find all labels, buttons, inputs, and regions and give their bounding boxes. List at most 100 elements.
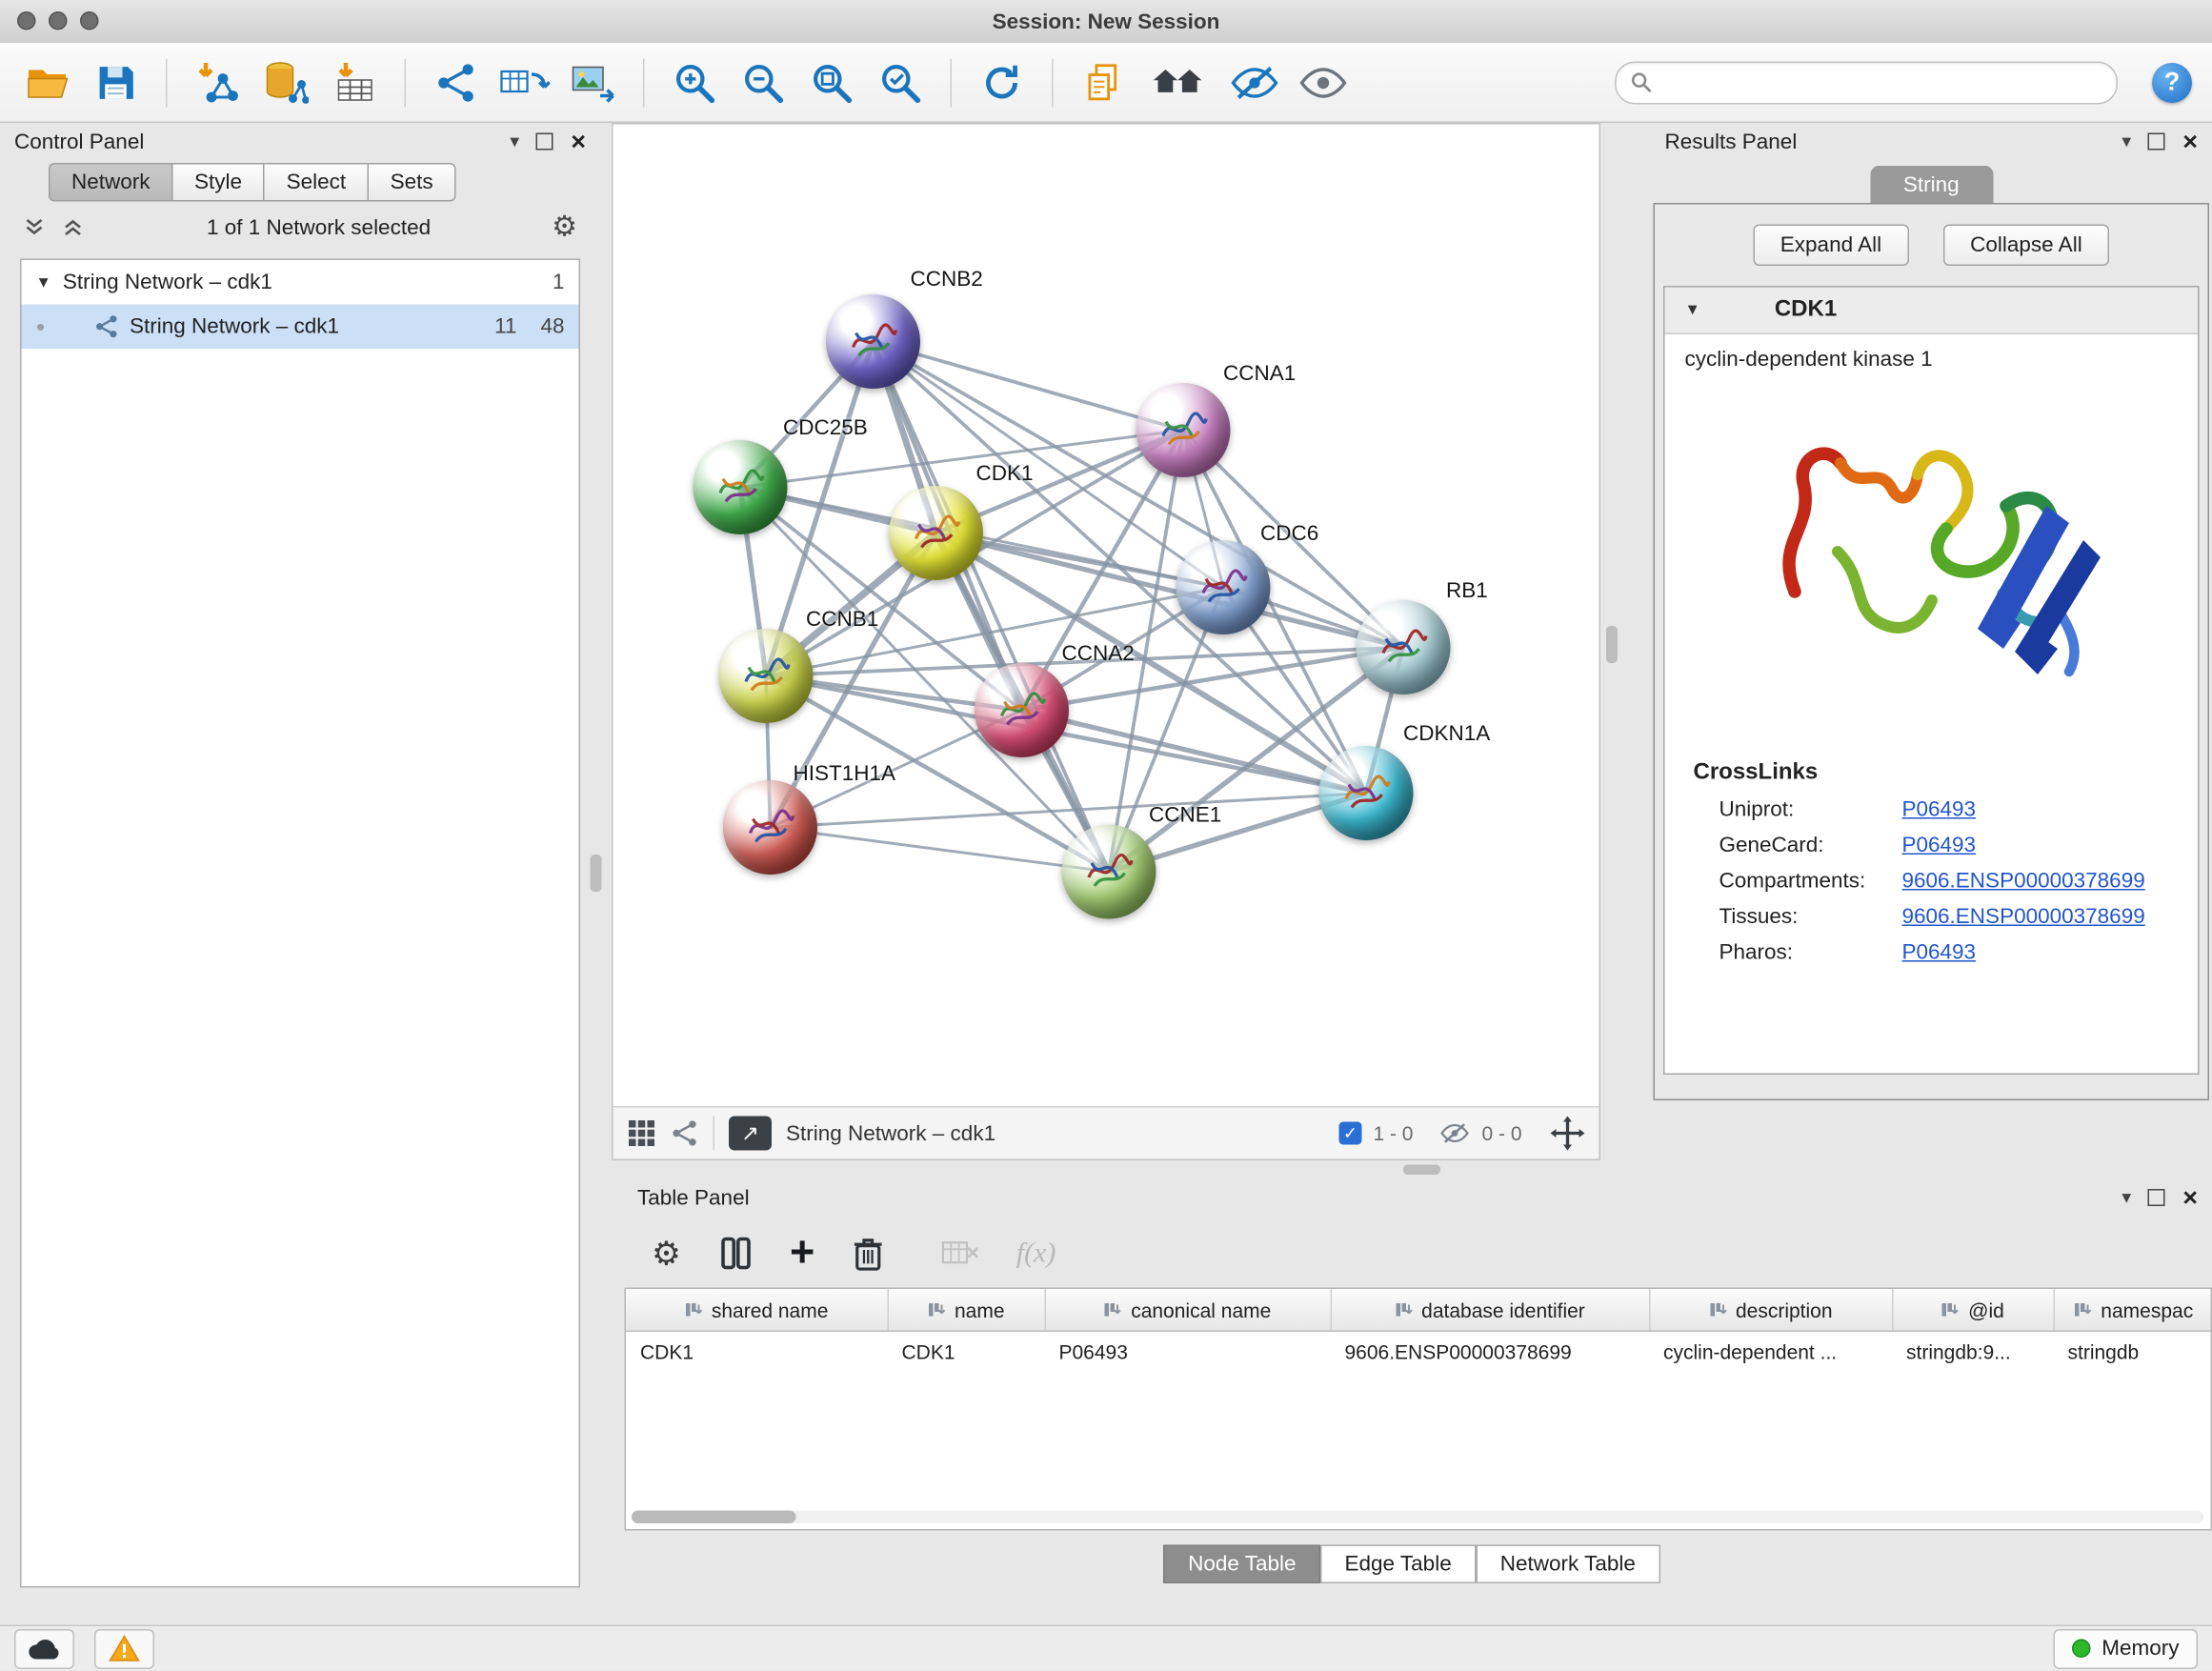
column-header-database-identifier[interactable]: database identifier: [1331, 1289, 1650, 1331]
network-edge[interactable]: [771, 828, 1110, 873]
splitter-handle-bottom[interactable]: [1403, 1165, 1440, 1176]
import-network-file-button[interactable]: [191, 53, 245, 111]
panel-menu-icon[interactable]: ▾: [2122, 131, 2131, 153]
network-from-table-button[interactable]: [497, 53, 552, 111]
column-header-shared-name[interactable]: shared name: [626, 1289, 888, 1331]
detach-view-button[interactable]: ↗: [729, 1117, 772, 1151]
float-panel-icon[interactable]: [2148, 133, 2165, 151]
cell-shared-name[interactable]: CDK1: [626, 1331, 888, 1370]
hide-selected-button[interactable]: [1228, 53, 1282, 111]
new-network-button[interactable]: [429, 53, 483, 111]
close-panel-icon[interactable]: ×: [571, 129, 586, 154]
crosslink-link-pharos[interactable]: P06493: [1902, 940, 1977, 965]
help-button[interactable]: ?: [2152, 62, 2192, 102]
grid-view-icon[interactable]: [628, 1119, 656, 1148]
column-header-description[interactable]: description: [1649, 1289, 1892, 1331]
network-node-cdc25b[interactable]: [694, 440, 788, 534]
zoom-out-button[interactable]: [736, 53, 791, 111]
home-view-button[interactable]: [1145, 53, 1214, 111]
selected-checkbox-icon[interactable]: ✓: [1338, 1122, 1361, 1145]
network-options-gear-icon[interactable]: ⚙: [552, 213, 577, 242]
network-edge[interactable]: [874, 342, 1110, 873]
scrollbar-thumb[interactable]: [632, 1511, 796, 1524]
network-node-ccna1[interactable]: [1136, 383, 1231, 477]
horizontal-scrollbar[interactable]: [632, 1511, 2203, 1524]
close-panel-icon[interactable]: ×: [2182, 129, 2198, 154]
delete-column-trash-icon[interactable]: [852, 1236, 885, 1272]
copy-document-button[interactable]: [1076, 53, 1131, 111]
zoom-selected-button[interactable]: [874, 53, 928, 111]
splitter-handle-left[interactable]: [591, 855, 602, 892]
expand-all-icon[interactable]: [62, 216, 87, 239]
splitter-handle-right[interactable]: [1606, 626, 1618, 663]
tab-node-table[interactable]: Node Table: [1164, 1545, 1320, 1584]
create-column-icon[interactable]: +: [790, 1239, 814, 1268]
column-header-namespace[interactable]: namespac: [2054, 1289, 2212, 1331]
birdseye-view-icon[interactable]: [671, 1119, 699, 1148]
crosslink-link-tissues[interactable]: 9606.ENSP00000378699: [1902, 905, 2145, 930]
warnings-button[interactable]: [94, 1628, 154, 1668]
section-collapse-triangle-icon[interactable]: ▼: [1685, 302, 1700, 319]
panel-menu-icon[interactable]: ▾: [2122, 1186, 2131, 1209]
network-node-cdc6[interactable]: [1176, 540, 1271, 634]
column-header-canonical-name[interactable]: canonical name: [1045, 1289, 1331, 1331]
apply-layout-button[interactable]: [975, 53, 1029, 111]
network-canvas[interactable]: CCNB2CCNA1CDC25BCDK1CDC6RB1CCNB1CCNA2CDK…: [613, 125, 1599, 1107]
collapse-all-icon[interactable]: [23, 216, 48, 239]
column-header-id[interactable]: @id: [1892, 1289, 2054, 1331]
tab-sets[interactable]: Sets: [368, 163, 456, 202]
select-columns-icon[interactable]: [718, 1237, 753, 1271]
crosslink-link-uniprot[interactable]: P06493: [1902, 797, 1977, 822]
float-panel-icon[interactable]: [536, 133, 553, 151]
cell-database-identifier[interactable]: 9606.ENSP00000378699: [1331, 1331, 1650, 1370]
collapse-all-button[interactable]: Collapse All: [1943, 225, 2110, 267]
zoom-in-button[interactable]: [668, 53, 722, 111]
search-input[interactable]: [1662, 70, 2102, 95]
network-node-cdk1[interactable]: [889, 486, 983, 580]
zoom-fit-button[interactable]: [805, 53, 859, 111]
open-session-button[interactable]: [20, 53, 74, 111]
minimize-window-button[interactable]: [49, 11, 68, 30]
network-row[interactable]: ● String Network – cdk1 11 48: [22, 305, 579, 350]
column-header-name[interactable]: name: [888, 1289, 1045, 1331]
network-node-rb1[interactable]: [1357, 600, 1451, 695]
import-network-database-button[interactable]: [259, 53, 313, 111]
tab-style[interactable]: Style: [171, 163, 264, 202]
show-hidden-button[interactable]: [1297, 53, 1351, 111]
tab-edge-table[interactable]: Edge Table: [1320, 1545, 1476, 1584]
cell-name[interactable]: CDK1: [888, 1331, 1045, 1370]
tab-string[interactable]: String: [1870, 166, 1993, 203]
maximize-window-button[interactable]: [80, 11, 99, 30]
crosslink-link-compartments[interactable]: 9606.ENSP00000378699: [1902, 869, 2145, 894]
cell-canonical-name[interactable]: P06493: [1045, 1331, 1331, 1370]
float-panel-icon[interactable]: [2148, 1189, 2165, 1206]
crosslink-link-genecard[interactable]: P06493: [1902, 834, 1977, 858]
network-collection-row[interactable]: ▼ String Network – cdk1 1: [22, 260, 579, 305]
close-panel-icon[interactable]: ×: [2182, 1185, 2198, 1211]
expand-all-button[interactable]: Expand All: [1753, 225, 1908, 267]
network-node-cdkn1a[interactable]: [1319, 746, 1414, 840]
memory-button[interactable]: Memory: [2053, 1628, 2198, 1668]
tab-network-table[interactable]: Network Table: [1476, 1545, 1659, 1584]
cell-id[interactable]: stringdb:9...: [1892, 1331, 2054, 1370]
collapse-triangle-icon[interactable]: ▼: [36, 273, 51, 291]
cell-description[interactable]: cyclin-dependent ...: [1649, 1331, 1892, 1370]
network-node-hist1h1a[interactable]: [723, 780, 817, 875]
protein-section-header[interactable]: ▼ CDK1: [1665, 288, 2199, 335]
panel-menu-icon[interactable]: ▾: [510, 131, 519, 153]
cell-namespace[interactable]: stringdb: [2054, 1331, 2212, 1370]
network-edge[interactable]: [1022, 711, 1367, 794]
network-node-ccnb1[interactable]: [719, 629, 814, 723]
cloud-status-button[interactable]: [14, 1628, 74, 1668]
tab-select[interactable]: Select: [264, 163, 368, 202]
network-node-ccna2[interactable]: [975, 663, 1069, 757]
network-node-ccne1[interactable]: [1062, 825, 1156, 919]
table-options-gear-icon[interactable]: ⚙: [652, 1237, 681, 1270]
save-session-button[interactable]: [89, 53, 143, 111]
export-image-button[interactable]: [566, 53, 620, 111]
close-window-button[interactable]: [17, 11, 36, 30]
fit-content-crosshair-icon[interactable]: [1551, 1117, 1585, 1151]
import-table-button[interactable]: [328, 53, 382, 111]
network-node-ccnb2[interactable]: [826, 294, 920, 389]
tab-network[interactable]: Network: [49, 163, 171, 202]
